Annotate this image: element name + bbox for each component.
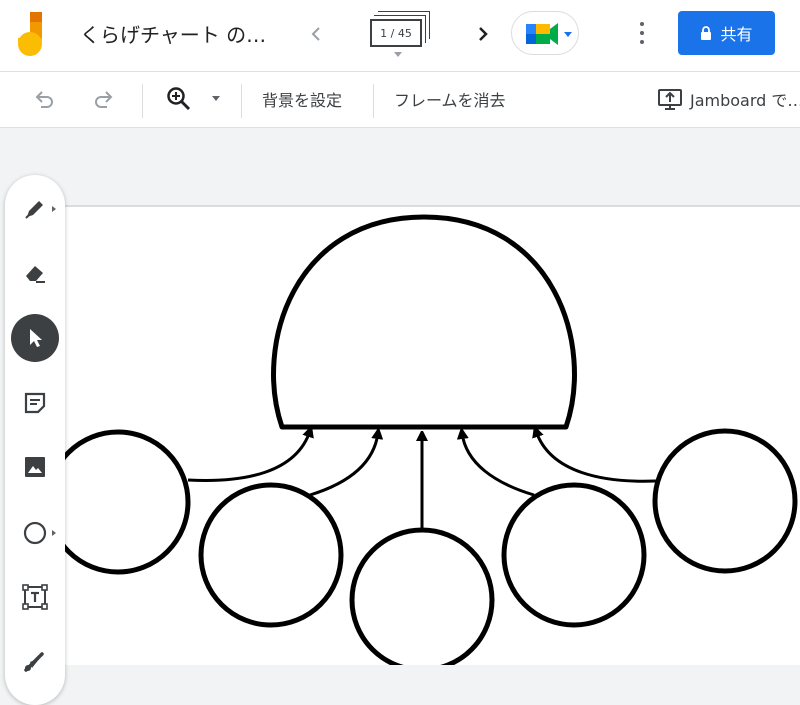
set-background-button[interactable]: 背景を設定 (262, 84, 342, 114)
circle-center (349, 527, 495, 665)
eraser-tool[interactable] (11, 249, 59, 297)
image-tool[interactable] (11, 443, 59, 491)
laser-pointer-icon (24, 652, 44, 672)
present-to-screen-icon (658, 89, 682, 110)
shape-tool[interactable] (11, 509, 59, 557)
arrow-inner-left (309, 433, 378, 497)
google-meet-icon (526, 23, 572, 45)
share-button[interactable]: 共有 (678, 11, 775, 55)
sticky-note-tool[interactable] (11, 379, 59, 427)
more-options-button[interactable] (628, 18, 656, 48)
zoom-in-icon (167, 87, 191, 111)
action-toolbar: 背景を設定 フレームを消去 Jamboard で… (0, 72, 800, 128)
jamboard-logo[interactable] (16, 10, 52, 62)
sticky-note-icon (24, 392, 46, 414)
caret-right-icon (52, 530, 56, 536)
document-title[interactable]: くらげチャート の… (80, 19, 290, 48)
pen-icon (25, 201, 43, 219)
top-bar: くらげチャート の… 1 / 45 共有 (0, 0, 800, 72)
clear-frame-button[interactable]: フレームを消去 (394, 84, 506, 114)
text-box-tool[interactable] (11, 573, 59, 621)
more-vert-icon (640, 22, 644, 26)
undo-icon (35, 91, 53, 108)
redo-icon (95, 91, 113, 108)
whiteboard-canvas[interactable] (64, 205, 800, 665)
present-button[interactable]: Jamboard で… (656, 84, 800, 114)
chevron-right-icon (479, 27, 488, 41)
caret-right-icon (52, 206, 56, 212)
next-frame-button[interactable] (470, 20, 496, 48)
circle-far-right (652, 428, 798, 574)
caret-down-icon (212, 96, 220, 101)
frame-bar-toggle[interactable]: 1 / 45 (366, 10, 430, 62)
cursor-arrow-icon (30, 329, 42, 347)
circle-icon (23, 521, 47, 545)
circle-inner-right (501, 482, 647, 628)
redo-button[interactable] (88, 84, 120, 114)
select-tool[interactable] (11, 314, 59, 362)
lock-icon (701, 26, 712, 40)
zoom-button[interactable] (160, 84, 230, 114)
arrow-far-right (536, 431, 657, 483)
circle-inner-left (198, 482, 344, 628)
tool-palette (5, 175, 65, 705)
image-icon (25, 457, 45, 477)
caret-down-icon (394, 52, 402, 57)
circle-far-left (64, 429, 191, 575)
arrow-inner-right (462, 433, 535, 497)
arrow-far-left (187, 431, 310, 482)
text-box-icon (22, 584, 48, 610)
undo-button[interactable] (28, 84, 60, 114)
meet-button[interactable] (511, 11, 579, 55)
frame-counter-label: 1 / 45 (370, 19, 422, 47)
dome-shape (271, 214, 577, 430)
share-label: 共有 (720, 25, 753, 44)
chevron-left-icon (311, 27, 320, 41)
previous-frame-button[interactable] (303, 20, 329, 48)
pen-tool[interactable] (11, 185, 59, 233)
present-label: Jamboard で… (690, 91, 800, 110)
laser-tool[interactable] (11, 637, 59, 685)
jellyfish-chart-drawing (64, 214, 798, 665)
eraser-icon (26, 266, 45, 283)
